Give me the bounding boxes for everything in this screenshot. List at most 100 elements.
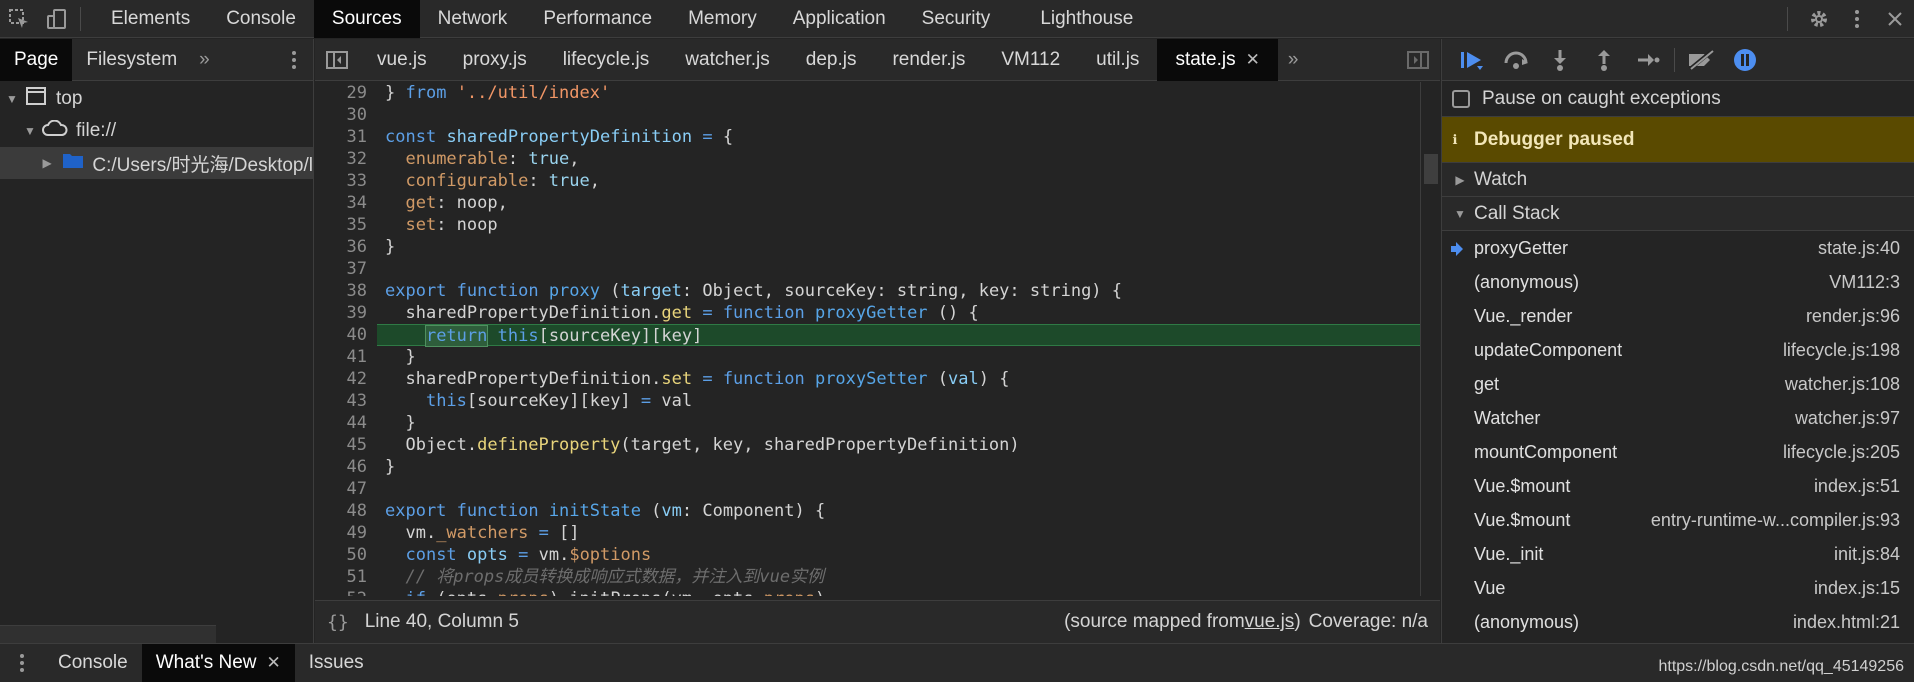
frame-location[interactable]: init.js:84 [1834,544,1900,565]
code-line[interactable]: 47 [315,478,1420,500]
call-stack-section-header[interactable]: ▼ Call Stack [1442,197,1914,231]
frame-location[interactable]: index.html:21 [1793,612,1900,633]
code-line[interactable]: 30 [315,104,1420,126]
expand-arrow-icon[interactable]: ▼ [1452,207,1468,221]
nav-tab-filesystem[interactable]: Filesystem [72,39,191,81]
code-line[interactable]: 36} [315,236,1420,258]
call-frame[interactable]: Vue._init init.js:84 [1442,537,1914,571]
call-frame[interactable]: Vue index.js:15 [1442,571,1914,605]
code-line[interactable]: 34 get: noop, [315,192,1420,214]
call-frame[interactable]: mountComponent lifecycle.js:205 [1442,435,1914,469]
close-tab-icon[interactable]: ✕ [1246,50,1260,70]
frame-location[interactable]: watcher.js:108 [1785,374,1900,395]
file-tab-state-js[interactable]: state.js ✕ [1157,38,1278,81]
line-number[interactable]: 38 [315,281,377,301]
file-tab-vm112[interactable]: VM112 [983,39,1078,81]
inspect-element-icon[interactable] [0,0,38,38]
source-map-link[interactable]: vue.js [1245,611,1295,633]
collapsed-arrow-icon[interactable]: ▶ [40,156,54,170]
vertical-scrollbar[interactable] [1420,82,1440,596]
step-over-icon[interactable] [1494,39,1538,81]
line-number[interactable]: 51 [315,567,377,587]
line-number[interactable]: 40 [315,325,377,345]
frame-location[interactable]: index.js:15 [1814,578,1900,599]
call-frame[interactable]: Watcher watcher.js:97 [1442,401,1914,435]
code-line[interactable]: 35 set: noop [315,214,1420,236]
code-line[interactable]: 29} from '../util/index' [315,82,1420,104]
gear-icon[interactable] [1800,0,1838,38]
tab-sources[interactable]: Sources [313,0,420,38]
line-number[interactable]: 41 [315,347,377,367]
code-line[interactable]: 44 } [315,412,1420,434]
code-line[interactable]: 31 const sharedPropertyDefinition = { [315,126,1420,148]
code-line[interactable]: 45 Object.defineProperty(target, key, sh… [315,434,1420,456]
tab-console[interactable]: Console [208,0,314,38]
call-frame[interactable]: updateComponent lifecycle.js:198 [1442,333,1914,367]
file-tab-render-js[interactable]: render.js [874,39,983,81]
line-number[interactable]: 47 [315,479,377,499]
line-number[interactable]: 36 [315,237,377,257]
toggle-navigator-icon[interactable] [315,41,359,79]
code-line[interactable]: 43 this[sourceKey][key] = val [315,390,1420,412]
call-frame[interactable]: Vue.$mount entry-runtime-w...compiler.js:… [1442,503,1914,537]
step-icon[interactable] [1626,39,1670,81]
step-out-icon[interactable] [1582,39,1626,81]
code-line[interactable]: 42 sharedPropertyDefinition.set = functi… [315,368,1420,390]
file-tab-proxy-js[interactable]: proxy.js [445,39,545,81]
device-toolbar-icon[interactable] [38,0,76,38]
more-files-chevron-icon[interactable]: » [1278,39,1309,81]
frame-location[interactable]: lifecycle.js:198 [1783,340,1900,361]
tab-elements[interactable]: Elements [93,0,208,38]
line-number[interactable]: 42 [315,369,377,389]
code-line[interactable]: 39 sharedPropertyDefinition.get = functi… [315,302,1420,324]
frame-location[interactable]: index.js:51 [1814,476,1900,497]
frame-location[interactable]: watcher.js:97 [1795,408,1900,429]
execution-line[interactable]: 40 return this[sourceKey][key] [315,324,1420,347]
line-number[interactable]: 31 [315,127,377,147]
file-tab-vue-js[interactable]: vue.js [359,39,445,81]
line-number[interactable]: 45 [315,435,377,455]
code-line[interactable]: 32 enumerable: true, [315,148,1420,170]
scrollbar-thumb[interactable] [1424,154,1438,184]
tree-item-folder[interactable]: ▶ C:/Users/时光海/Desktop/l [0,147,313,179]
more-options-icon[interactable] [1838,0,1876,38]
line-number[interactable]: 52 [315,589,377,596]
line-number[interactable]: 49 [315,523,377,543]
code-line[interactable]: 38 export function proxy (target: Object,… [315,280,1420,302]
pretty-print-icon[interactable]: {} [327,612,349,633]
code-line[interactable]: 48 export function initState (vm: Compone… [315,500,1420,522]
line-number[interactable]: 34 [315,193,377,213]
file-tab-watcher-js[interactable]: watcher.js [667,39,787,81]
pause-on-caught-row[interactable]: Pause on caught exceptions [1442,81,1914,117]
tree-item-top[interactable]: ▼ top [0,83,313,115]
code-line[interactable]: 33 configurable: true, [315,170,1420,192]
line-number[interactable]: 46 [315,457,377,477]
line-number[interactable]: 35 [315,215,377,235]
code-line[interactable]: 37 [315,258,1420,280]
frame-location[interactable]: state.js:40 [1818,238,1900,259]
file-tab-lifecycle-js[interactable]: lifecycle.js [545,39,668,81]
step-into-icon[interactable] [1538,39,1582,81]
code-line[interactable]: 41 } [315,346,1420,368]
line-number[interactable]: 29 [315,83,377,103]
call-frame[interactable]: (anonymous) VM112:3 [1442,265,1914,299]
line-number[interactable]: 43 [315,391,377,411]
drawer-tab-console[interactable]: Console [44,644,142,682]
resume-icon[interactable] [1450,39,1494,81]
line-number[interactable]: 50 [315,545,377,565]
close-icon[interactable] [1876,0,1914,38]
expand-arrow-icon[interactable]: ▼ [22,124,38,138]
line-number[interactable]: 48 [315,501,377,521]
line-number[interactable]: 39 [315,303,377,323]
call-frame[interactable]: (anonymous) index.html:21 [1442,605,1914,639]
call-frame[interactable]: Vue.$mount index.js:51 [1442,469,1914,503]
code-line[interactable]: 52 if (opts.props) initProps(vm, opts.pr… [315,588,1420,596]
tab-memory[interactable]: Memory [670,0,775,38]
toggle-debugger-icon[interactable] [1396,41,1440,79]
navigator-menu-icon[interactable] [275,41,313,79]
frame-location[interactable]: VM112:3 [1829,272,1900,293]
code-line[interactable]: 50 const opts = vm.$options [315,544,1420,566]
code-line[interactable]: 51 // 将props成员转换成响应式数据，并注入到vue实例 [315,566,1420,588]
collapsed-arrow-icon[interactable]: ▶ [1452,173,1468,187]
call-frame[interactable]: Vue._render render.js:96 [1442,299,1914,333]
